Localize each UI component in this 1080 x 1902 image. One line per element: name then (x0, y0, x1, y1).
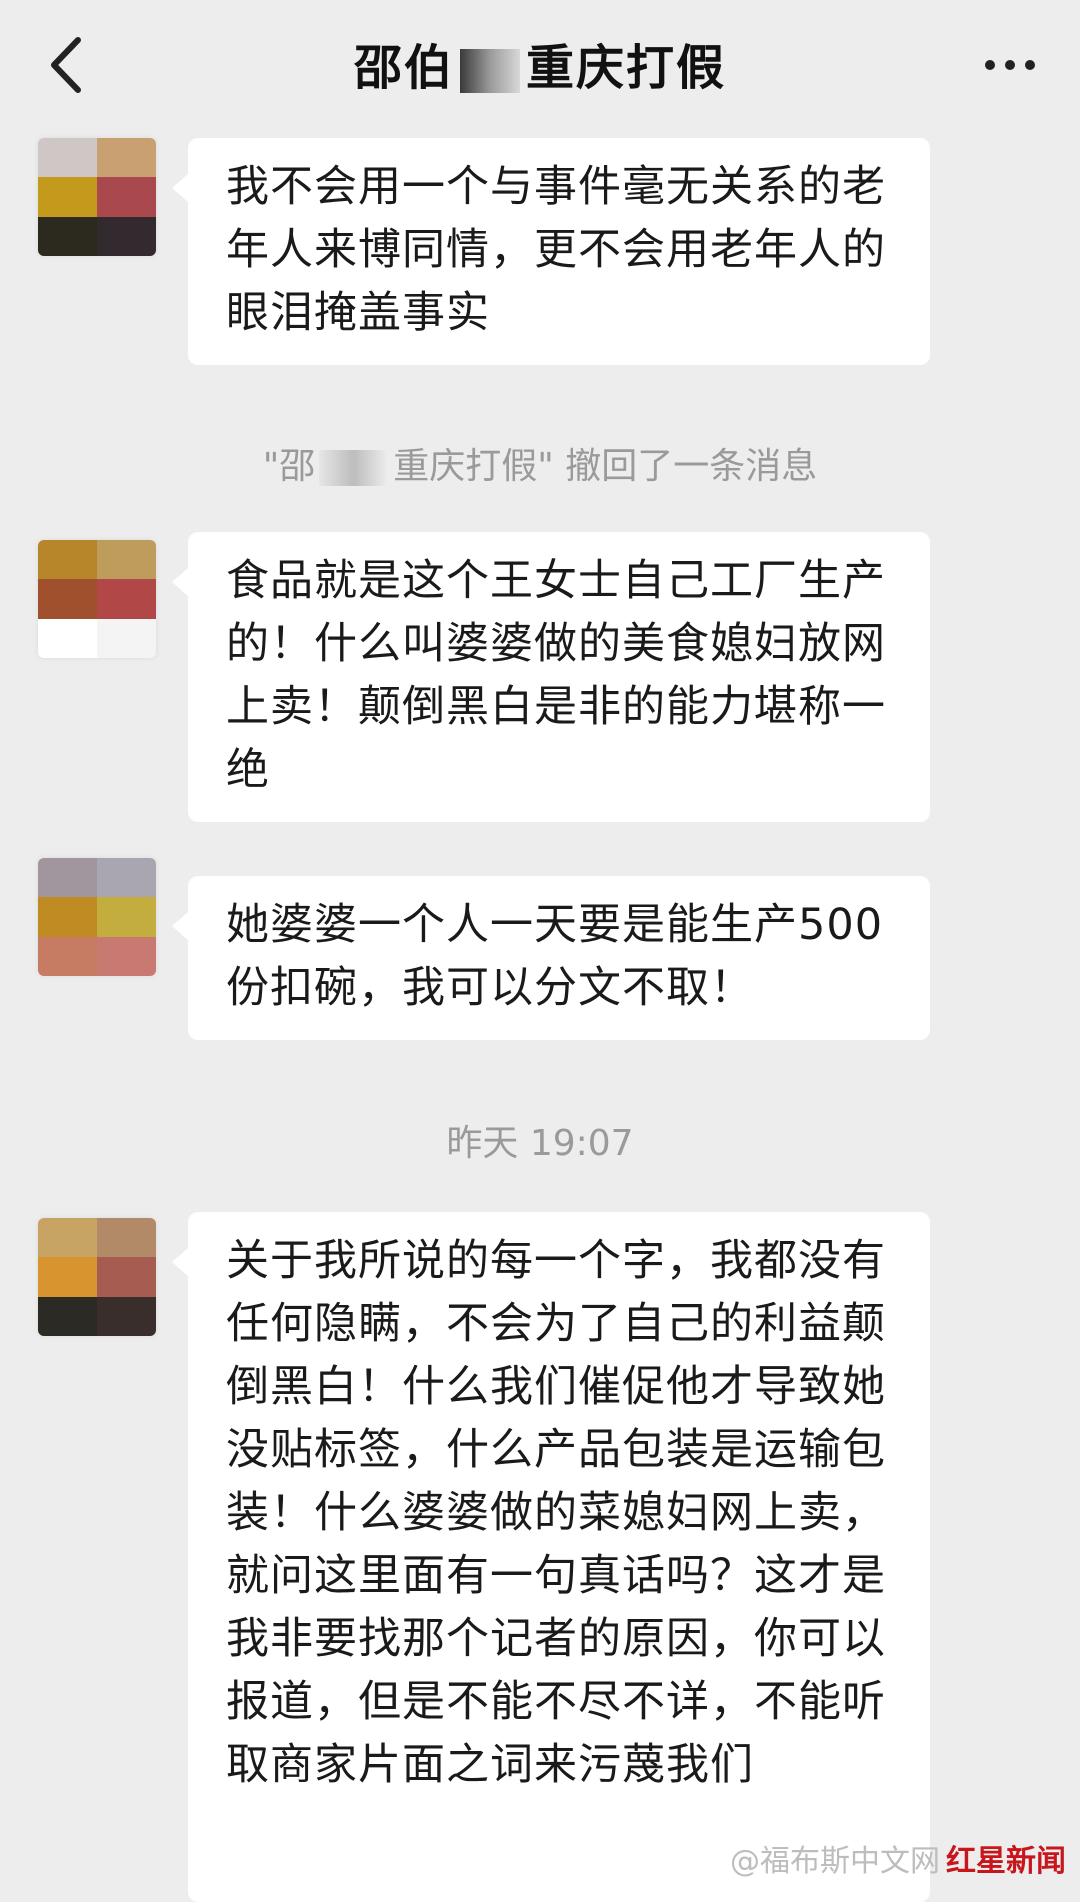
recall-notice-suffix: 重庆打假" 撤回了一条消息 (393, 446, 818, 487)
recall-notice: "邵 重庆打假" 撤回了一条消息 (0, 437, 1080, 489)
timestamp: 昨天 19:07 (446, 1123, 634, 1164)
avatar[interactable] (38, 858, 156, 976)
message-bubble[interactable]: 她婆婆一个人一天要是能生产500份扣碗，我可以分文不取！ (172, 876, 930, 1040)
watermark: @福布斯中文网 红星新闻 (730, 1836, 1066, 1880)
title-mosaic (460, 49, 520, 93)
avatar[interactable] (38, 138, 156, 256)
more-button[interactable] (980, 40, 1040, 90)
avatar[interactable] (38, 1218, 156, 1336)
more-dots-icon (985, 60, 1035, 70)
chat-title-prefix: 邵伯 (353, 40, 454, 96)
recall-notice-prefix: "邵 (262, 446, 316, 487)
top-bar: 邵伯 重庆打假 (0, 0, 1080, 130)
message-bubble[interactable]: 食品就是这个王女士自己工厂生产的！什么叫婆婆做的美食媳妇放网上卖！颠倒黑白是非的… (172, 532, 930, 822)
chat-title: 邵伯 重庆打假 (0, 28, 1080, 98)
watermark-text: @福布斯中文网 (730, 1844, 940, 1879)
avatar[interactable] (38, 540, 156, 658)
message-bubble[interactable]: 我不会用一个与事件毫无关系的老年人来博同情，更不会用老年人的眼泪掩盖事实 (172, 138, 930, 365)
message-bubble[interactable]: 关于我所说的每一个字，我都没有任何隐瞒，不会为了自己的利益颠倒黑白！什么我们催促… (172, 1212, 930, 1902)
chat-title-suffix: 重庆打假 (526, 40, 727, 96)
recall-mosaic (319, 450, 390, 486)
watermark-brand: 红星新闻 (946, 1844, 1066, 1879)
